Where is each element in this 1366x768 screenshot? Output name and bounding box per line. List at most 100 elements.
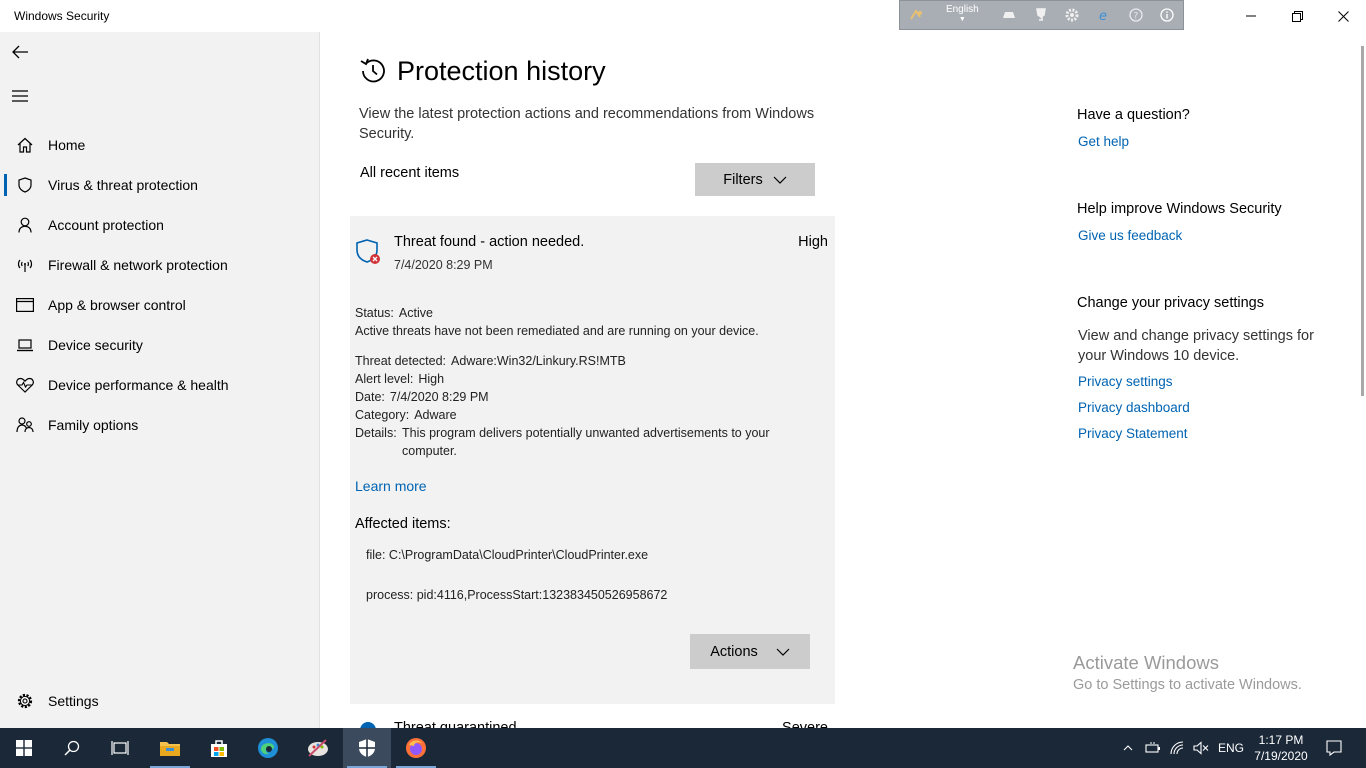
threat-detected-line: Threat detected: Adware:Win32/Linkury.RS!…	[355, 352, 626, 370]
alert-level-value: High	[418, 372, 445, 386]
sidebar-item-label: App & browser control	[48, 297, 186, 313]
date-label: Date:	[355, 390, 385, 404]
back-arrow-icon	[12, 45, 28, 59]
sidebar-item-account-protection[interactable]: Account protection	[0, 207, 320, 243]
gear-icon[interactable]	[1056, 1, 1088, 29]
taskbar-file-explorer[interactable]	[146, 728, 194, 768]
ime-icon[interactable]	[900, 1, 932, 29]
threat-card[interactable]: Threat found - action needed. 7/4/2020 8…	[350, 216, 835, 704]
browser-window-icon	[0, 298, 48, 312]
status-line: Status: Active	[355, 304, 433, 322]
get-help-link[interactable]: Get help	[1078, 134, 1129, 149]
page-title: Protection history	[397, 56, 606, 86]
date-line: Date: 7/4/2020 8:29 PM	[355, 388, 489, 406]
folder-icon	[160, 742, 180, 756]
volume-button[interactable]	[1190, 728, 1212, 768]
feedback-link[interactable]: Give us feedback	[1078, 228, 1182, 243]
input-language-button[interactable]: ENG	[1214, 728, 1248, 768]
sidebar-item-label: Device security	[48, 337, 143, 353]
store-icon	[211, 740, 227, 757]
info-icon[interactable]	[1151, 1, 1183, 29]
threat-severity: High	[798, 234, 828, 250]
improve-heading: Help improve Windows Security	[1077, 201, 1282, 217]
restore-button[interactable]	[1274, 0, 1320, 32]
scrollbar[interactable]	[1361, 46, 1364, 396]
back-button[interactable]	[8, 40, 32, 64]
sidebar-item-firewall[interactable]: Firewall & network protection	[0, 247, 320, 283]
wifi-icon	[1170, 741, 1184, 755]
privacy-text: View and change privacy settings for you…	[1078, 328, 1314, 364]
search-button[interactable]	[48, 728, 96, 768]
privacy-dashboard-link[interactable]: Privacy dashboard	[1078, 400, 1190, 415]
keyboard-icon[interactable]	[993, 1, 1025, 29]
sidebar-item-virus-threat-protection[interactable]: Virus & threat protection	[0, 167, 320, 203]
threat-title: Threat quarantined	[394, 720, 517, 728]
laptop-icon	[0, 338, 48, 352]
taskbar-windows-security[interactable]	[343, 728, 391, 768]
sidebar-item-label: Account protection	[48, 217, 164, 233]
shield-warning-icon	[356, 239, 380, 264]
chevron-down-icon	[773, 176, 787, 184]
section-title: All recent items	[360, 165, 460, 181]
sidebar-item-settings[interactable]: Settings	[0, 683, 320, 719]
trophy-icon[interactable]	[1025, 1, 1057, 29]
minimize-button[interactable]	[1228, 0, 1274, 32]
learn-more-link[interactable]: Learn more	[355, 478, 427, 494]
family-icon	[0, 417, 48, 433]
taskbar: ENG 1:17 PM 7/19/2020	[0, 728, 1366, 768]
heart-pulse-icon	[0, 377, 48, 393]
taskbar-edge[interactable]	[244, 728, 292, 768]
threat-title: Threat found - action needed.	[394, 234, 585, 250]
sidebar-item-label: Home	[48, 137, 86, 153]
svg-text:e: e	[1099, 9, 1107, 22]
watermark-line1: Activate Windows	[1073, 652, 1219, 673]
clock[interactable]: 1:17 PM 7/19/2020	[1250, 732, 1312, 764]
sidebar-item-home[interactable]: Home	[0, 127, 320, 163]
main-content: Protection history View the latest prote…	[321, 32, 1366, 728]
hamburger-icon	[12, 90, 28, 102]
actions-button[interactable]: Actions	[690, 634, 810, 669]
close-icon	[1337, 10, 1349, 22]
sidebar-item-device-performance[interactable]: Device performance & health	[0, 367, 320, 403]
sidebar-item-label: Firewall & network protection	[48, 257, 228, 273]
network-button[interactable]	[1167, 728, 1189, 768]
ie-icon[interactable]: e	[1088, 1, 1120, 29]
person-icon	[0, 217, 48, 233]
alert-level-line: Alert level: High	[355, 370, 444, 388]
language-selector[interactable]: English ▼	[932, 1, 993, 29]
sidebar-item-family-options[interactable]: Family options	[0, 407, 320, 443]
edge-icon	[258, 738, 278, 758]
chevron-up-icon	[1123, 745, 1133, 751]
history-icon	[360, 58, 385, 83]
close-button[interactable]	[1320, 0, 1366, 32]
status-description: Active threats have not been remediated …	[355, 324, 759, 338]
privacy-statement-link[interactable]: Privacy Statement	[1078, 426, 1188, 441]
status-value: Active	[398, 306, 433, 320]
start-button[interactable]	[0, 728, 48, 768]
details-label: Details:	[355, 426, 397, 440]
date-value: 7/4/2020 8:29 PM	[389, 390, 489, 404]
threat-detected-label: Threat detected:	[355, 354, 447, 368]
taskbar-paint-app[interactable]	[294, 728, 342, 768]
restore-icon	[1291, 10, 1303, 22]
help-icon[interactable]: ?	[1120, 1, 1152, 29]
shield-icon	[0, 177, 48, 193]
antenna-icon	[0, 257, 48, 273]
taskbar-store[interactable]	[195, 728, 243, 768]
privacy-settings-link[interactable]: Privacy settings	[1078, 374, 1173, 389]
task-view-icon	[111, 741, 129, 755]
sidebar-item-app-browser-control[interactable]: App & browser control	[0, 287, 320, 323]
language-bar[interactable]: English ▼ e ?	[899, 0, 1184, 30]
windows-logo-icon	[16, 740, 32, 756]
task-view-button[interactable]	[96, 728, 144, 768]
filters-button[interactable]: Filters	[695, 163, 815, 196]
taskbar-firefox[interactable]	[392, 728, 440, 768]
shield-icon	[359, 739, 375, 757]
action-center-button[interactable]	[1318, 728, 1350, 768]
hamburger-menu-button[interactable]	[8, 84, 32, 108]
battery-button[interactable]	[1142, 728, 1164, 768]
show-hidden-icons-button[interactable]	[1118, 728, 1138, 768]
category-label: Category:	[355, 408, 410, 422]
sidebar-item-device-security[interactable]: Device security	[0, 327, 320, 363]
threat-card[interactable]: Threat quarantined Severe	[350, 714, 835, 728]
